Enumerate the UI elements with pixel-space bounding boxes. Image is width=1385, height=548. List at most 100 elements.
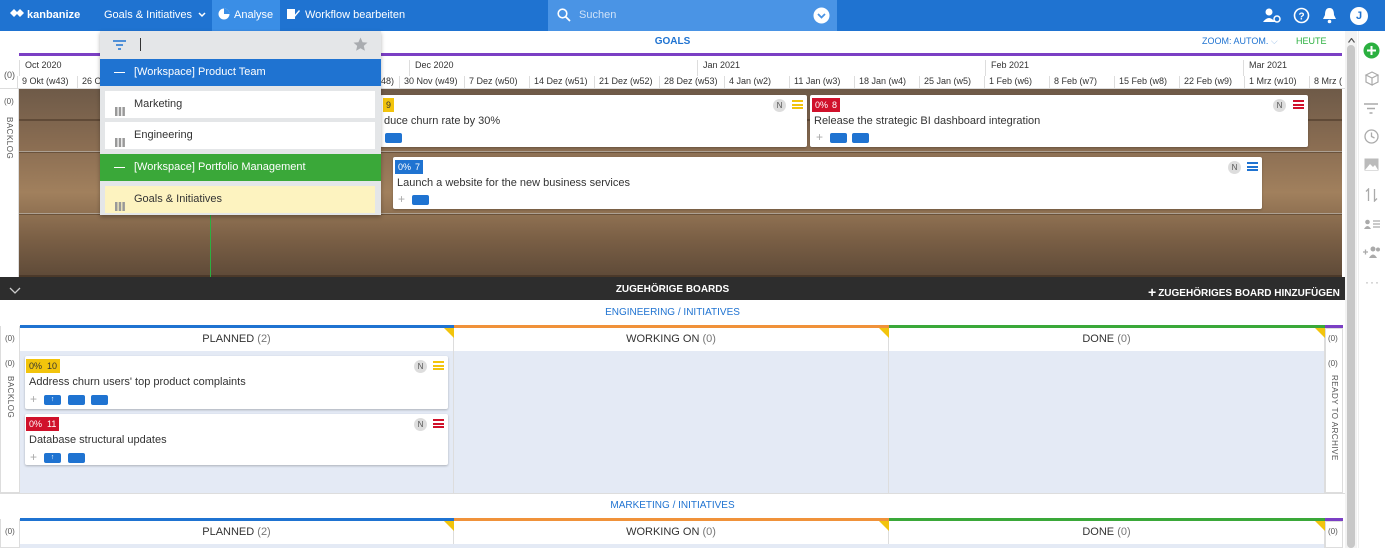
more-icon[interactable]: ···: [1365, 275, 1380, 289]
timeline-week: 18 Jan (w4): [854, 76, 906, 89]
nav-analyse[interactable]: Analyse: [212, 0, 280, 31]
card-next-marker: N: [414, 418, 427, 431]
timeline-month: Oct 2020: [19, 60, 62, 76]
dropdown-item-goals-initiatives[interactable]: Goals & Initiatives: [105, 186, 375, 213]
nav-analyse-label: Analyse: [234, 9, 274, 21]
filter-icon[interactable]: [1364, 103, 1378, 117]
wip-corner-marker: [879, 521, 889, 531]
card-id-badge: 7: [412, 160, 424, 174]
history-clock-icon[interactable]: [1364, 129, 1379, 147]
help-icon[interactable]: ?: [1293, 7, 1310, 24]
dropdown-item-workspace-portfolio-management[interactable]: [Workspace] Portfolio Management: [100, 154, 381, 181]
related-boards-bar: ZUGEHÖRIGE BOARDS + ZUGEHÖRIGES BOARD HIN…: [0, 277, 1345, 300]
card-id-badge: 9: [383, 98, 395, 112]
board-card[interactable]: 0% 10 Address churn users' top product c…: [25, 356, 448, 409]
sort-arrows-icon[interactable]: [1365, 187, 1378, 205]
board-title-marketing[interactable]: MARKETING / INITIATIVES: [0, 500, 1345, 511]
goals-lane-count: (0): [4, 97, 14, 106]
add-icon[interactable]: +: [30, 392, 37, 406]
add-icon[interactable]: +: [816, 130, 823, 144]
add-icon[interactable]: +: [30, 450, 37, 464]
zoom-select[interactable]: ZOOM: AUTOM. ⌵: [1202, 36, 1278, 47]
lane-strip: [20, 544, 1325, 548]
nav-goals-initiatives[interactable]: Goals & Initiatives: [104, 0, 206, 31]
board-left-panel: (0) (0) BACKLOG: [0, 326, 20, 493]
timeline-month: Feb 2021: [985, 60, 1029, 76]
avatar[interactable]: J: [1350, 7, 1368, 25]
column-count: (0): [702, 333, 716, 345]
column-header-planned[interactable]: PLANNED (2): [20, 328, 454, 351]
logo-text: kanbanize: [27, 9, 81, 21]
column-header-done[interactable]: DONE (0): [889, 328, 1325, 351]
timeline-week: 1 Mrz (w10): [1244, 76, 1297, 89]
search-dropdown-icon[interactable]: [813, 7, 830, 27]
kanbanize-logo[interactable]: kanbanize: [10, 0, 80, 31]
dropdown-item-label: [Workspace] Product Team: [134, 66, 266, 78]
nav-workflow-label: Workflow bearbeiten: [305, 9, 406, 21]
filter-icon: [113, 40, 126, 53]
star-icon[interactable]: [353, 37, 368, 55]
text-cursor: [140, 38, 141, 51]
column-header-done[interactable]: DONE (0): [889, 521, 1325, 544]
user-settings-icon[interactable]: [1263, 7, 1281, 24]
bell-icon[interactable]: [1321, 7, 1338, 24]
board-left-count: (0): [5, 527, 15, 536]
goal-card[interactable]: 9 duce churn rate by 30% N: [380, 95, 807, 147]
timeline-week: 30 Nov (w49): [399, 76, 458, 89]
dropdown-item-workspace-product-team[interactable]: [Workspace] Product Team: [100, 59, 381, 86]
timeline-month: Jan 2021: [697, 60, 740, 76]
column-header-working-on[interactable]: WORKING ON (0): [454, 328, 889, 351]
column-header-working-on[interactable]: WORKING ON (0): [454, 521, 889, 544]
card-tag[interactable]: [91, 395, 108, 405]
workspace-icon: [114, 167, 125, 168]
card-menu-icon[interactable]: [433, 361, 444, 370]
wip-corner-marker: [1315, 521, 1325, 531]
column-header-planned[interactable]: PLANNED (2): [20, 521, 454, 544]
column-name: PLANNED: [202, 526, 255, 538]
timeline-week: 28 Dez (w53): [659, 76, 718, 89]
card-tag[interactable]: [412, 195, 429, 205]
card-menu-icon[interactable]: [433, 419, 444, 428]
dropdown-item-marketing[interactable]: Marketing: [105, 91, 375, 118]
lane-count: (0): [5, 359, 15, 368]
board-card[interactable]: 0% 11 Database structural updates N + ↑: [25, 414, 448, 465]
add-icon[interactable]: +: [398, 192, 405, 206]
timeline-week: 22 Feb (w9): [1179, 76, 1232, 89]
add-user-icon[interactable]: [1363, 246, 1381, 261]
search-icon: [557, 8, 571, 25]
dropdown-item-engineering[interactable]: Engineering: [105, 122, 375, 149]
card-tag[interactable]: [385, 133, 402, 143]
archive-box-icon[interactable]: [1364, 71, 1380, 89]
card-menu-icon[interactable]: [1247, 162, 1258, 171]
add-card-icon[interactable]: [1363, 42, 1380, 62]
column-name: DONE: [1082, 333, 1115, 345]
card-title: duce churn rate by 30%: [384, 115, 501, 127]
board-filter-input[interactable]: [100, 31, 381, 59]
search-input[interactable]: Suchen: [548, 0, 837, 31]
lane-working-on: [454, 351, 889, 493]
card-tag[interactable]: [852, 133, 869, 143]
scrollbar-thumb[interactable]: [1347, 45, 1355, 548]
nav-workflow-edit[interactable]: Workflow bearbeiten: [287, 0, 405, 31]
card-menu-icon[interactable]: [792, 100, 803, 109]
card-menu-icon[interactable]: [1293, 100, 1304, 109]
wip-corner-marker: [444, 521, 454, 531]
card-tag[interactable]: [68, 453, 85, 463]
today-button[interactable]: HEUTE: [1296, 36, 1327, 46]
assignee-list-icon[interactable]: [1364, 219, 1380, 232]
card-tag[interactable]: [68, 395, 85, 405]
board-title-engineering[interactable]: ENGINEERING / INITIATIVES: [0, 307, 1345, 318]
image-icon[interactable]: [1364, 158, 1379, 174]
goals-lane-label: BACKLOG: [5, 117, 14, 160]
goal-card[interactable]: 0% 7 Launch a website for the new busine…: [393, 157, 1262, 209]
archive-panel: (0) (0) READY TO ARCHIVE: [1325, 328, 1343, 493]
card-tag[interactable]: [830, 133, 847, 143]
card-title: Launch a website for the new business se…: [397, 177, 630, 189]
timeline-row-count: (0): [4, 70, 15, 80]
board-divider: [0, 493, 1345, 494]
card-subtask-tag[interactable]: ↑: [44, 395, 61, 405]
timeline-week: 4 Jan (w2): [724, 76, 771, 89]
add-related-board-button[interactable]: + ZUGEHÖRIGES BOARD HINZUFÜGEN: [1148, 284, 1340, 300]
goal-card[interactable]: 0% 8 Release the strategic BI dashboard …: [810, 95, 1308, 147]
card-subtask-tag[interactable]: ↑: [44, 453, 61, 463]
